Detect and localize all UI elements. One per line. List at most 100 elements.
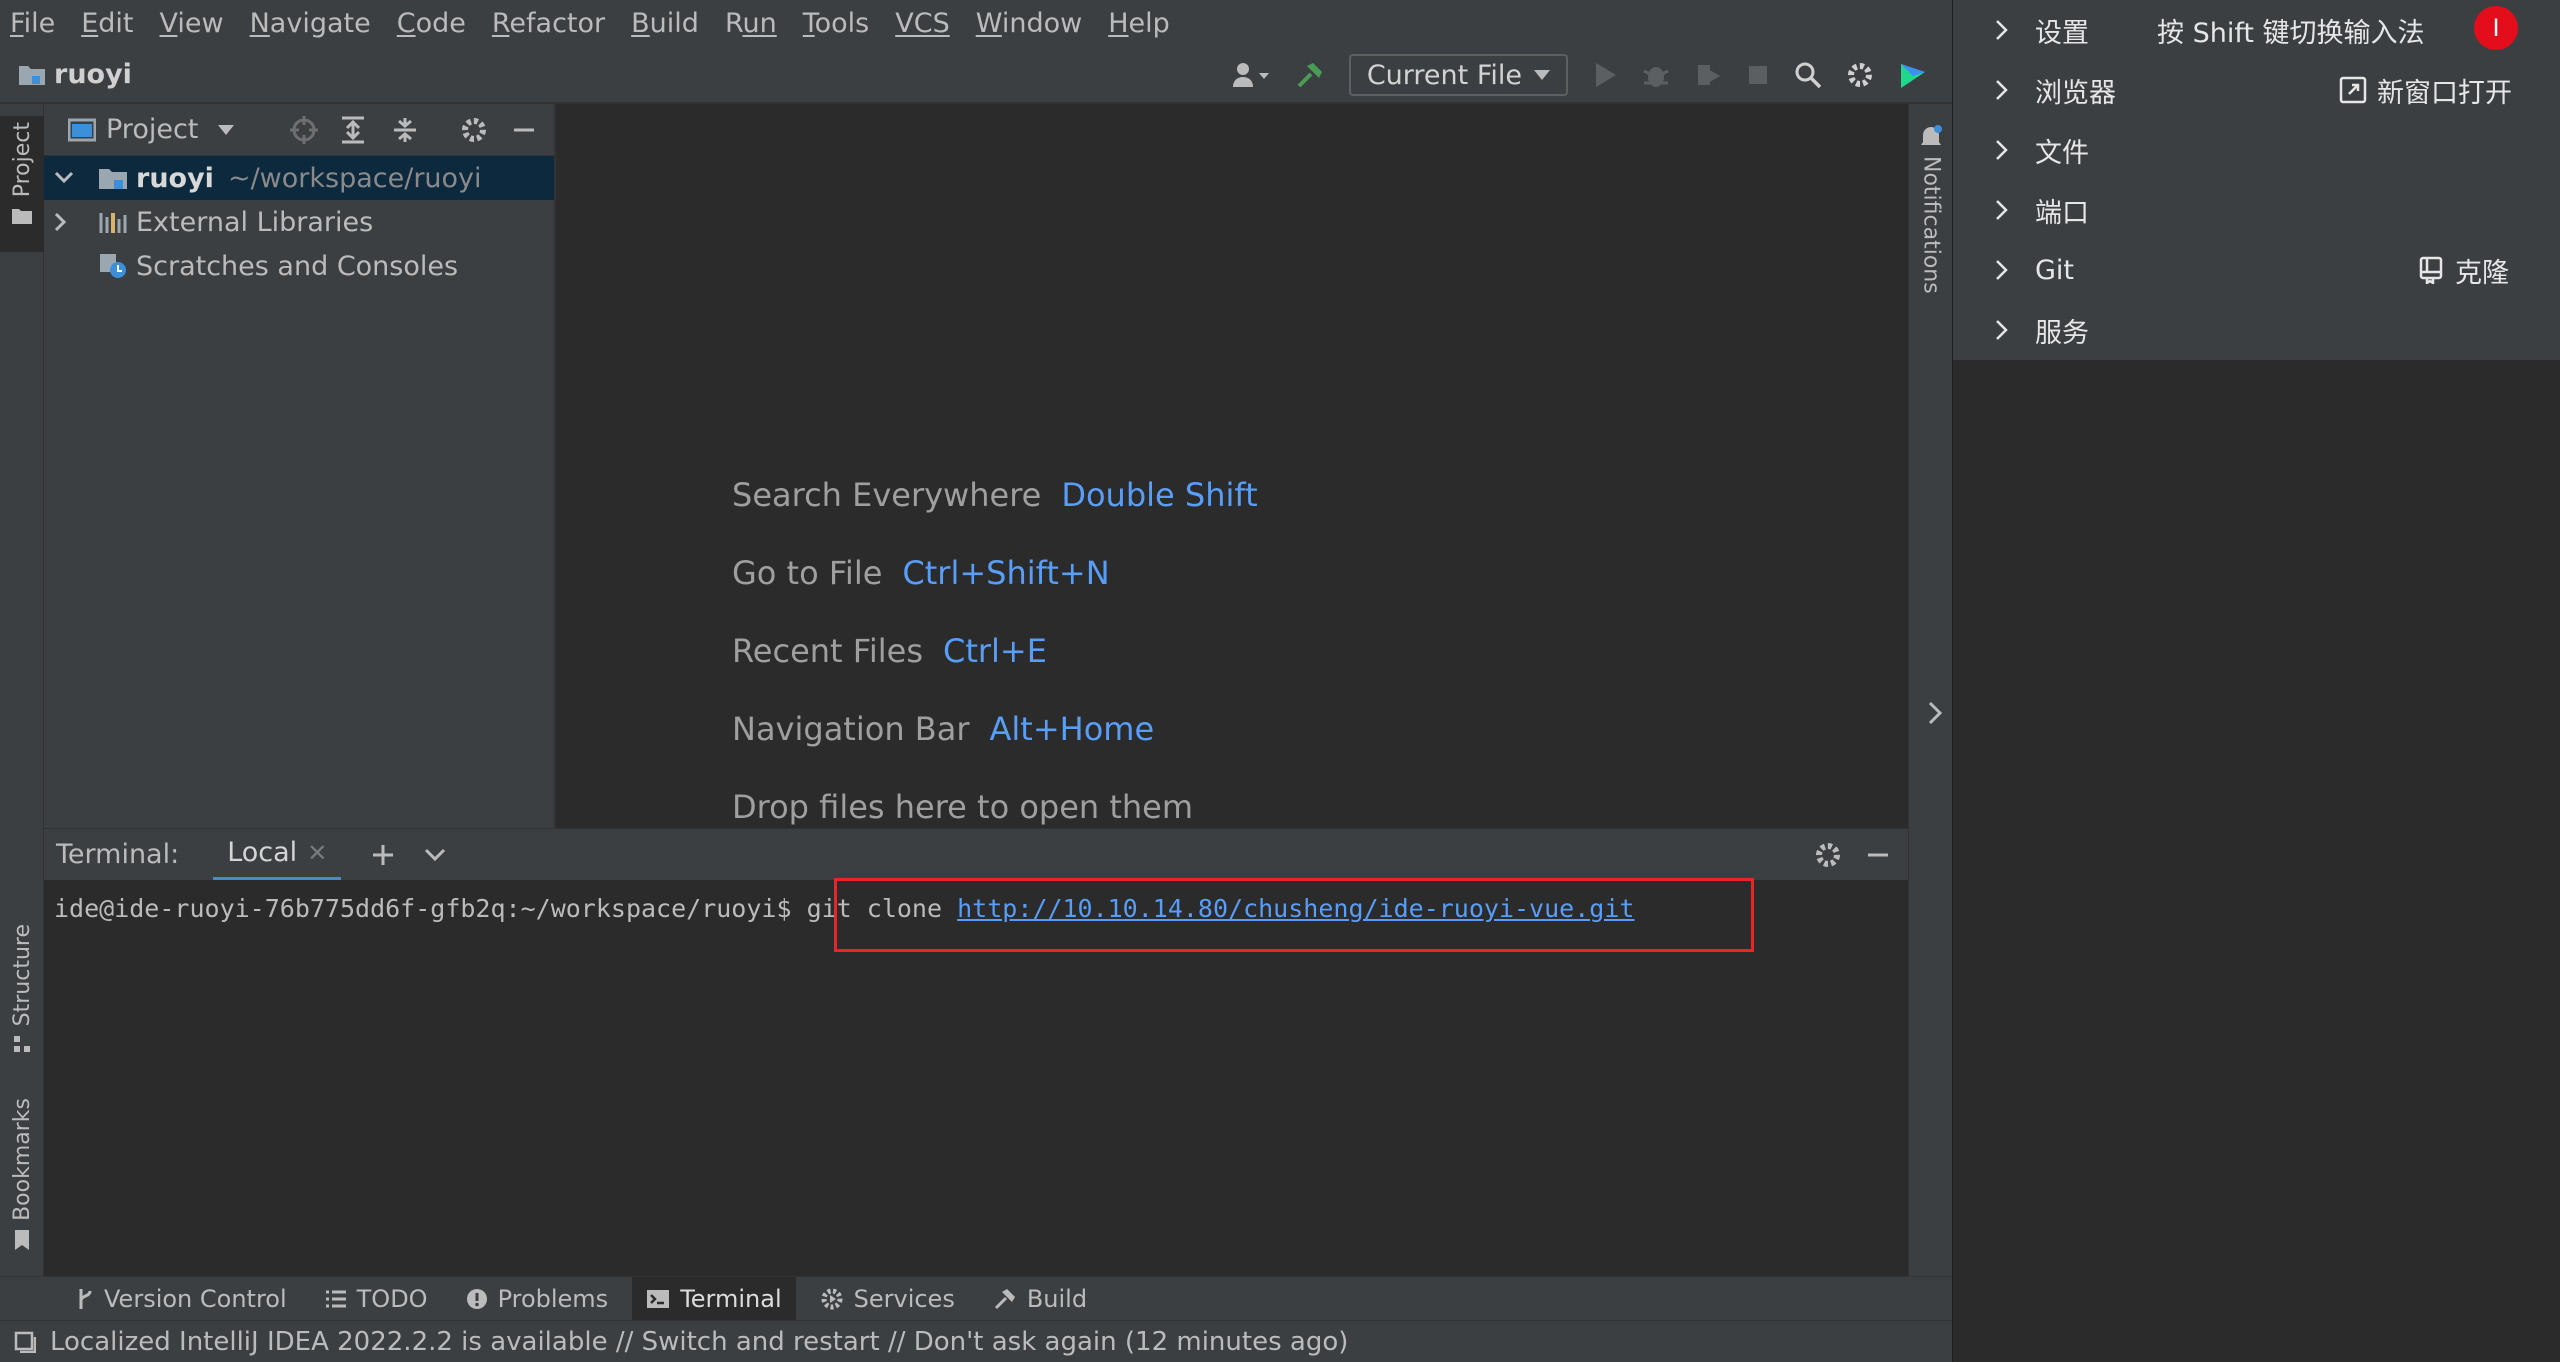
menu-view[interactable]: View xyxy=(160,8,224,39)
structure-tool-tab[interactable]: Structure xyxy=(0,924,44,1064)
hint-search-everywhere: Search Everywhere Double Shift xyxy=(732,476,1258,514)
stop-icon[interactable] xyxy=(1746,63,1770,87)
ime-indicator-badge[interactable]: I xyxy=(2474,6,2518,50)
status-window-icon[interactable] xyxy=(14,1331,36,1353)
structure-icon xyxy=(12,1034,32,1054)
collapse-all-button[interactable] xyxy=(392,104,418,156)
menu-item-browser[interactable]: 浏览器 新窗口打开 xyxy=(1953,60,2560,120)
debug-icon[interactable] xyxy=(1642,61,1670,89)
target-icon xyxy=(290,116,318,144)
project-tool-window: Project ruoyi ~/workspace/ruoyi External… xyxy=(44,104,556,828)
folder-icon xyxy=(11,207,33,225)
menu-navigate[interactable]: Navigate xyxy=(250,8,371,39)
menu-run[interactable]: Run xyxy=(725,8,777,39)
vcs-user-icon[interactable] xyxy=(1231,61,1271,89)
menu-bar: File Edit View Navigate Code Refactor Bu… xyxy=(0,0,1952,46)
status-message[interactable]: Localized IntelliJ IDEA 2022.2.2 is avai… xyxy=(50,1327,1348,1357)
shell-prompt: ide@ide-ruoyi-76b775dd6f-gfb2q:~/workspa… xyxy=(54,894,792,923)
menu-item-ports[interactable]: 端口 xyxy=(1953,180,2560,240)
project-tool-tab-label: Project xyxy=(9,122,35,198)
tab-todo[interactable]: TODO xyxy=(311,1277,442,1321)
tree-node-ruoyi[interactable]: ruoyi ~/workspace/ruoyi xyxy=(44,156,554,200)
terminal-output[interactable]: ide@ide-ruoyi-76b775dd6f-gfb2q:~/workspa… xyxy=(44,880,1908,1276)
left-tool-stripe: Project Structure Bookmarks xyxy=(0,104,44,1320)
tree-node-path: ~/workspace/ruoyi xyxy=(227,162,482,194)
menu-window[interactable]: Window xyxy=(976,8,1082,39)
settings-gear-icon[interactable] xyxy=(1846,61,1874,89)
chevron-right-icon xyxy=(1995,199,2009,221)
menu-item-files[interactable]: 文件 xyxy=(1953,120,2560,180)
shortcut-key: Alt+Home xyxy=(989,710,1155,748)
tab-build[interactable]: Build xyxy=(979,1277,1101,1321)
menu-item-label: Git xyxy=(2035,254,2075,286)
tree-node-label: External Libraries xyxy=(136,206,374,238)
notifications-tool-tab[interactable]: Notifications xyxy=(1909,124,1953,404)
run-configuration-label: Current File xyxy=(1366,59,1522,91)
tab-services[interactable]: Services xyxy=(806,1277,969,1321)
hide-panel-button[interactable] xyxy=(512,104,536,156)
build-hammer-icon[interactable] xyxy=(1295,60,1325,90)
project-name: ruoyi xyxy=(54,58,132,90)
menu-item-services[interactable]: 服务 xyxy=(1953,300,2560,360)
tree-node-scratches[interactable]: Scratches and Consoles xyxy=(44,244,554,288)
hint-drop-files: Drop files here to open them xyxy=(732,788,1194,826)
coverage-icon[interactable] xyxy=(1694,61,1722,89)
branch-icon xyxy=(76,1287,104,1311)
close-icon[interactable]: ✕ xyxy=(307,839,327,867)
select-opened-file-button[interactable] xyxy=(290,104,318,156)
module-folder-icon xyxy=(98,165,128,191)
chevron-down-icon[interactable] xyxy=(218,124,235,135)
tab-version-control[interactable]: Version Control xyxy=(62,1277,301,1321)
terminal-settings-gear-icon[interactable] xyxy=(1814,841,1842,869)
ime-hint-text: 按 Shift 键切换输入法 xyxy=(2157,17,2425,49)
tab-terminal[interactable]: Terminal xyxy=(632,1276,796,1321)
chevron-right-icon xyxy=(1995,139,2009,161)
chevron-right-icon xyxy=(1995,19,2009,41)
menu-code[interactable]: Code xyxy=(397,8,466,39)
minimize-icon[interactable] xyxy=(1866,843,1890,867)
chevron-right-icon xyxy=(1995,259,2009,281)
search-icon[interactable] xyxy=(1794,61,1822,89)
chevron-down-icon[interactable] xyxy=(54,171,80,185)
run-icon[interactable] xyxy=(1592,61,1618,89)
tab-problems[interactable]: Problems xyxy=(452,1277,623,1321)
chevron-right-icon[interactable] xyxy=(54,212,80,232)
chevron-right-icon xyxy=(1995,319,2009,341)
collapse-all-icon xyxy=(392,116,418,144)
terminal-tab-local[interactable]: Local ✕ xyxy=(213,829,342,881)
menu-tools[interactable]: Tools xyxy=(803,8,870,39)
menu-item-label: 端口 xyxy=(2035,197,2089,229)
menu-item-git[interactable]: Git 克隆 xyxy=(1953,240,2560,300)
hint-recent-files: Recent Files Ctrl+E xyxy=(732,632,1047,670)
git-clone-button[interactable]: 克隆 xyxy=(2417,251,2509,290)
run-configuration-select[interactable]: Current File xyxy=(1348,54,1568,96)
new-terminal-plus-icon[interactable] xyxy=(371,843,395,867)
menu-vcs[interactable]: VCS xyxy=(895,8,949,39)
project-options-button[interactable] xyxy=(460,104,488,156)
bookmarks-tool-tab[interactable]: Bookmarks xyxy=(0,1098,44,1258)
bookmark-icon xyxy=(13,1229,31,1251)
chevron-right-icon xyxy=(1927,700,1943,726)
shortcut-key: Double Shift xyxy=(1061,476,1258,514)
repository-url-link[interactable]: http://10.10.14.80/chusheng/ide-ruoyi-vu… xyxy=(957,894,1634,923)
menu-item-settings[interactable]: 设置 按 Shift 键切换输入法 xyxy=(1953,0,2560,60)
expand-panel-handle[interactable] xyxy=(1918,680,1952,746)
breadcrumb-project[interactable]: ruoyi xyxy=(18,59,132,90)
list-icon xyxy=(325,1289,357,1309)
open-new-window-button[interactable]: 新窗口打开 xyxy=(2339,71,2512,110)
menu-help[interactable]: Help xyxy=(1108,8,1170,39)
menu-build[interactable]: Build xyxy=(631,8,699,39)
project-tool-tab[interactable]: Project xyxy=(0,116,44,252)
tree-node-label: Scratches and Consoles xyxy=(136,250,459,282)
folder-icon xyxy=(18,62,54,86)
menu-item-label: 设置 xyxy=(2035,17,2089,49)
chevron-down-icon[interactable] xyxy=(423,847,447,863)
expand-all-button[interactable] xyxy=(340,104,366,156)
menu-edit[interactable]: Edit xyxy=(81,8,133,39)
project-panel-title[interactable]: Project xyxy=(106,114,198,145)
code-with-me-icon[interactable] xyxy=(1898,60,1928,90)
menu-refactor[interactable]: Refactor xyxy=(492,8,605,39)
open-new-window-icon xyxy=(2339,76,2377,104)
menu-file[interactable]: File xyxy=(10,8,55,39)
tree-node-external-libraries[interactable]: External Libraries xyxy=(44,200,554,244)
